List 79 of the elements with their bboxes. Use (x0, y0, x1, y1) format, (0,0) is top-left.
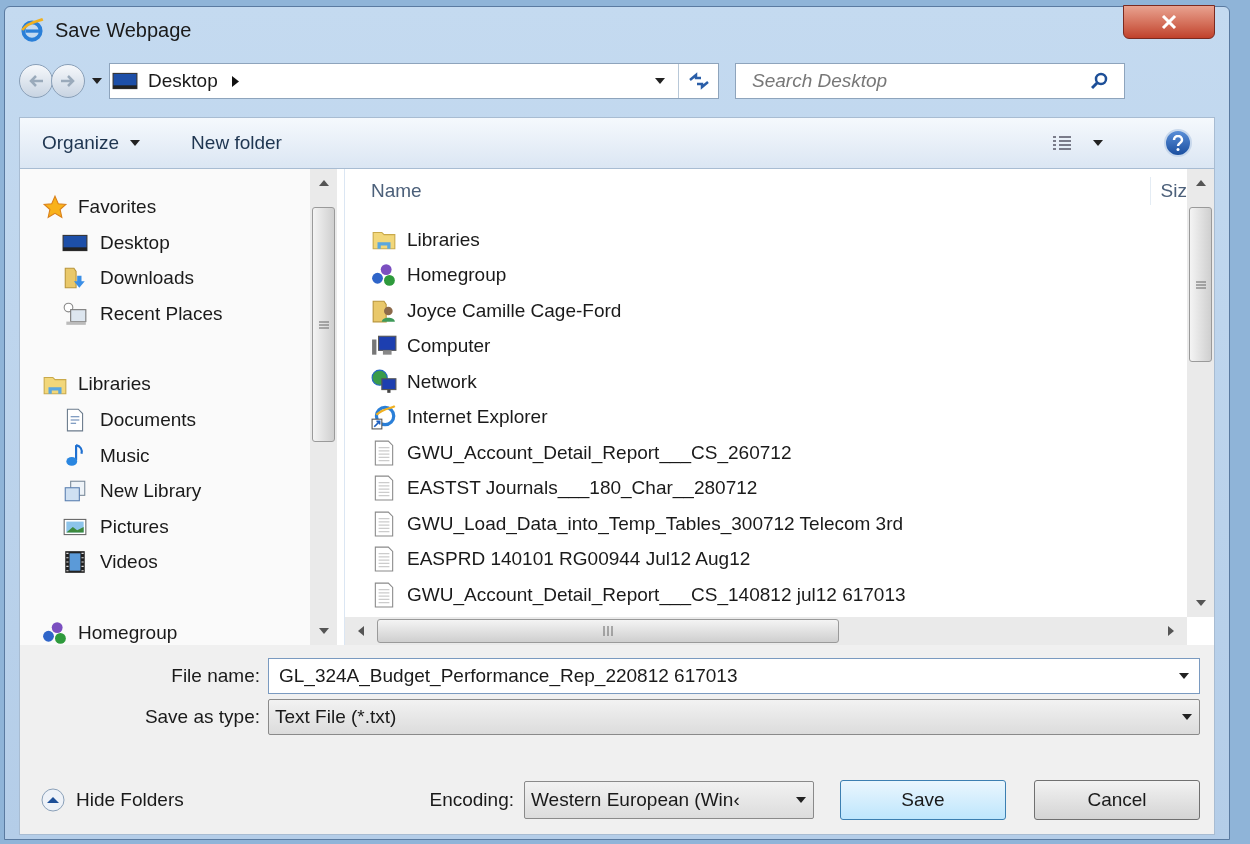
nav-item[interactable]: Music (42, 438, 310, 474)
help-button[interactable] (1164, 129, 1192, 157)
dropdown-arrow-icon (1178, 672, 1190, 680)
close-button[interactable] (1123, 5, 1215, 39)
encoding-dropdown[interactable]: Western European (Win‹ (524, 781, 814, 819)
recent-places-icon (62, 300, 88, 327)
file-item[interactable]: GWU_Account_Detail_Report___CS_260712 (371, 435, 1187, 471)
address-bar[interactable]: Desktop (109, 63, 719, 99)
search-icon (1091, 72, 1109, 90)
caret-icon (1092, 139, 1104, 147)
browser-icon (19, 17, 45, 43)
address-dropdown-icon (654, 77, 666, 85)
nav-group-item[interactable]: Homegroup (42, 615, 310, 651)
nav-group-item[interactable]: Libraries (42, 366, 310, 403)
scroll-down-arrow-icon[interactable] (317, 627, 330, 635)
nav-group-item[interactable]: Favorites (42, 189, 310, 225)
save-type-dropdown[interactable]: Text File (*.txt) (268, 699, 1200, 735)
scroll-left-arrow-icon[interactable] (357, 625, 365, 637)
field-label: Save as type: (143, 704, 261, 729)
cancel-button[interactable]: Cancel (1034, 780, 1200, 820)
caret-icon (129, 139, 142, 147)
nav-item[interactable]: Desktop (42, 225, 310, 261)
file-item[interactable]: Libraries (371, 222, 1187, 258)
forward-arrow-icon (60, 74, 76, 88)
new-folder-button[interactable]: New folder (191, 128, 282, 158)
list-view-icon (1052, 135, 1072, 151)
network-icon (371, 368, 397, 395)
star-icon (42, 194, 68, 220)
scroll-thumb[interactable] (377, 619, 839, 643)
location-text[interactable]: Desktop (148, 66, 218, 96)
scroll-thumb[interactable] (312, 207, 335, 442)
file-item[interactable]: EASPRD 140101 RG00944 Jul12 Aug12 (371, 541, 1187, 577)
dropdown-arrow-icon (1181, 713, 1193, 721)
view-options-button[interactable] (1052, 135, 1104, 151)
scroll-thumb[interactable] (1189, 207, 1212, 362)
file-item[interactable]: GWU_Account_Detail_Report___CS_140812 jul12 617013 (371, 577, 1187, 613)
close-icon (1161, 15, 1177, 29)
file-item[interactable]: Network (371, 364, 1187, 400)
homegroup-icon (371, 262, 397, 289)
column-header[interactable]: Name (371, 176, 422, 205)
breadcrumb-arrow-icon (231, 75, 239, 87)
history-dropdown-icon (91, 77, 103, 85)
vertical-scrollbar[interactable] (1187, 169, 1214, 617)
file-item[interactable]: EASTST Journals___180_Char__280712 (371, 470, 1187, 506)
window-title: Save Webpage (55, 18, 192, 43)
nav-item[interactable]: Downloads (42, 260, 310, 296)
file-name-field[interactable]: GL_324A_Budget_Performance_Rep_220812 617013 (268, 658, 1200, 694)
scroll-down-arrow-icon[interactable] (1194, 599, 1207, 607)
back-arrow-icon (28, 74, 44, 88)
file-item[interactable]: Internet Explorer (371, 399, 1187, 435)
organize-button[interactable]: Organize (42, 128, 142, 158)
search-field[interactable]: Search Desktop (735, 63, 1125, 99)
dropdown-arrow-icon (795, 796, 807, 804)
file-item[interactable]: Homegroup (371, 257, 1187, 293)
save-button[interactable]: Save (840, 780, 1006, 820)
grip-icon (1195, 280, 1206, 289)
vertical-scrollbar[interactable] (310, 169, 337, 645)
homegroup-icon (42, 620, 68, 646)
help-icon (1172, 135, 1184, 151)
hide-folders-button[interactable]: Hide Folders (40, 785, 184, 815)
grip-icon (603, 626, 613, 636)
field-label: Encoding: (429, 787, 514, 812)
scroll-up-arrow-icon[interactable] (317, 179, 330, 187)
browser-shortcut-icon (371, 404, 397, 431)
horizontal-scrollbar[interactable] (345, 617, 1187, 645)
grip-icon (318, 320, 329, 329)
scroll-up-arrow-icon[interactable] (1194, 179, 1207, 187)
nav-item[interactable]: Pictures (42, 509, 310, 545)
nav-item[interactable]: Videos (42, 544, 310, 580)
nav-item[interactable]: Documents (42, 402, 310, 438)
nav-item[interactable]: Recent Places (42, 296, 310, 332)
file-item[interactable]: Computer (371, 328, 1187, 364)
scroll-right-arrow-icon[interactable] (1167, 625, 1175, 637)
file-item[interactable]: GWU_Load_Data_into_Temp_Tables_300712 Telecom 3rd (371, 506, 1187, 542)
nav-item[interactable]: New Library (42, 473, 310, 509)
film-icon (62, 549, 88, 576)
collapse-up-icon (40, 787, 66, 813)
file-item[interactable]: Joyce Camille Cage-Ford (371, 293, 1187, 329)
field-label: File name: (170, 663, 261, 688)
